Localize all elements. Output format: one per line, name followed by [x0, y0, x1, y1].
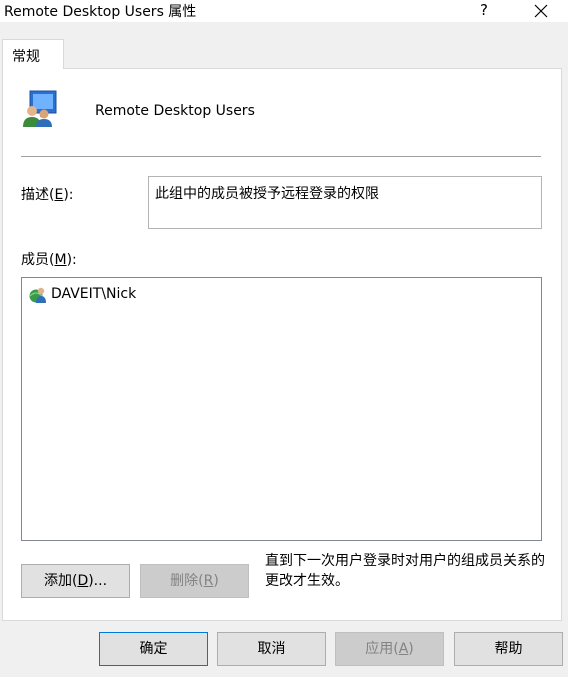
- remove-button-mnemonic: R: [203, 573, 214, 589]
- help-title-button[interactable]: ?: [472, 0, 496, 22]
- remove-button-suffix: ): [213, 573, 219, 589]
- description-label: 描述(E):: [21, 184, 74, 204]
- ok-button[interactable]: 确定: [99, 632, 208, 666]
- members-label-prefix: 成员(: [21, 252, 55, 268]
- group-icon: [23, 90, 57, 127]
- remove-button[interactable]: 删除(R): [140, 564, 249, 598]
- close-button[interactable]: [525, 0, 557, 22]
- description-label-mnemonic: E: [54, 187, 64, 203]
- user-icon: [29, 287, 46, 303]
- group-name: Remote Desktop Users: [95, 103, 255, 119]
- membership-note: 直到下一次用户登录时对用户的组成员关系的更改才生效。: [265, 553, 545, 589]
- close-icon: [534, 4, 548, 18]
- members-label-suffix: ):: [66, 252, 77, 268]
- add-button[interactable]: 添加(D)...: [21, 564, 130, 598]
- add-button-suffix: )...: [88, 573, 108, 589]
- list-item[interactable]: DAVEIT\Nick: [28, 284, 136, 304]
- description-field[interactable]: 此组中的成员被授予远程登录的权限: [148, 176, 542, 229]
- window-title: Remote Desktop Users 属性: [4, 4, 197, 20]
- member-name: DAVEIT\Nick: [51, 286, 137, 302]
- members-label-mnemonic: M: [54, 252, 67, 268]
- description-label-suffix: ):: [63, 187, 74, 203]
- apply-button[interactable]: 应用(A): [335, 632, 444, 666]
- help-button[interactable]: 帮助: [454, 632, 563, 666]
- separator: [21, 156, 541, 157]
- add-button-mnemonic: D: [77, 573, 89, 589]
- remove-button-prefix: 删除(: [170, 573, 204, 589]
- cancel-button[interactable]: 取消: [217, 632, 326, 666]
- apply-button-mnemonic: A: [398, 641, 409, 657]
- description-label-prefix: 描述(: [21, 187, 55, 203]
- members-label: 成员(M):: [21, 249, 77, 269]
- add-button-prefix: 添加(: [43, 573, 78, 589]
- title-bar: Remote Desktop Users 属性 ?: [0, 0, 568, 22]
- members-list[interactable]: DAVEIT\Nick: [21, 277, 542, 541]
- apply-button-prefix: 应用(: [365, 641, 399, 657]
- tab-general[interactable]: 常规: [2, 39, 64, 69]
- apply-button-suffix: ): [408, 641, 414, 657]
